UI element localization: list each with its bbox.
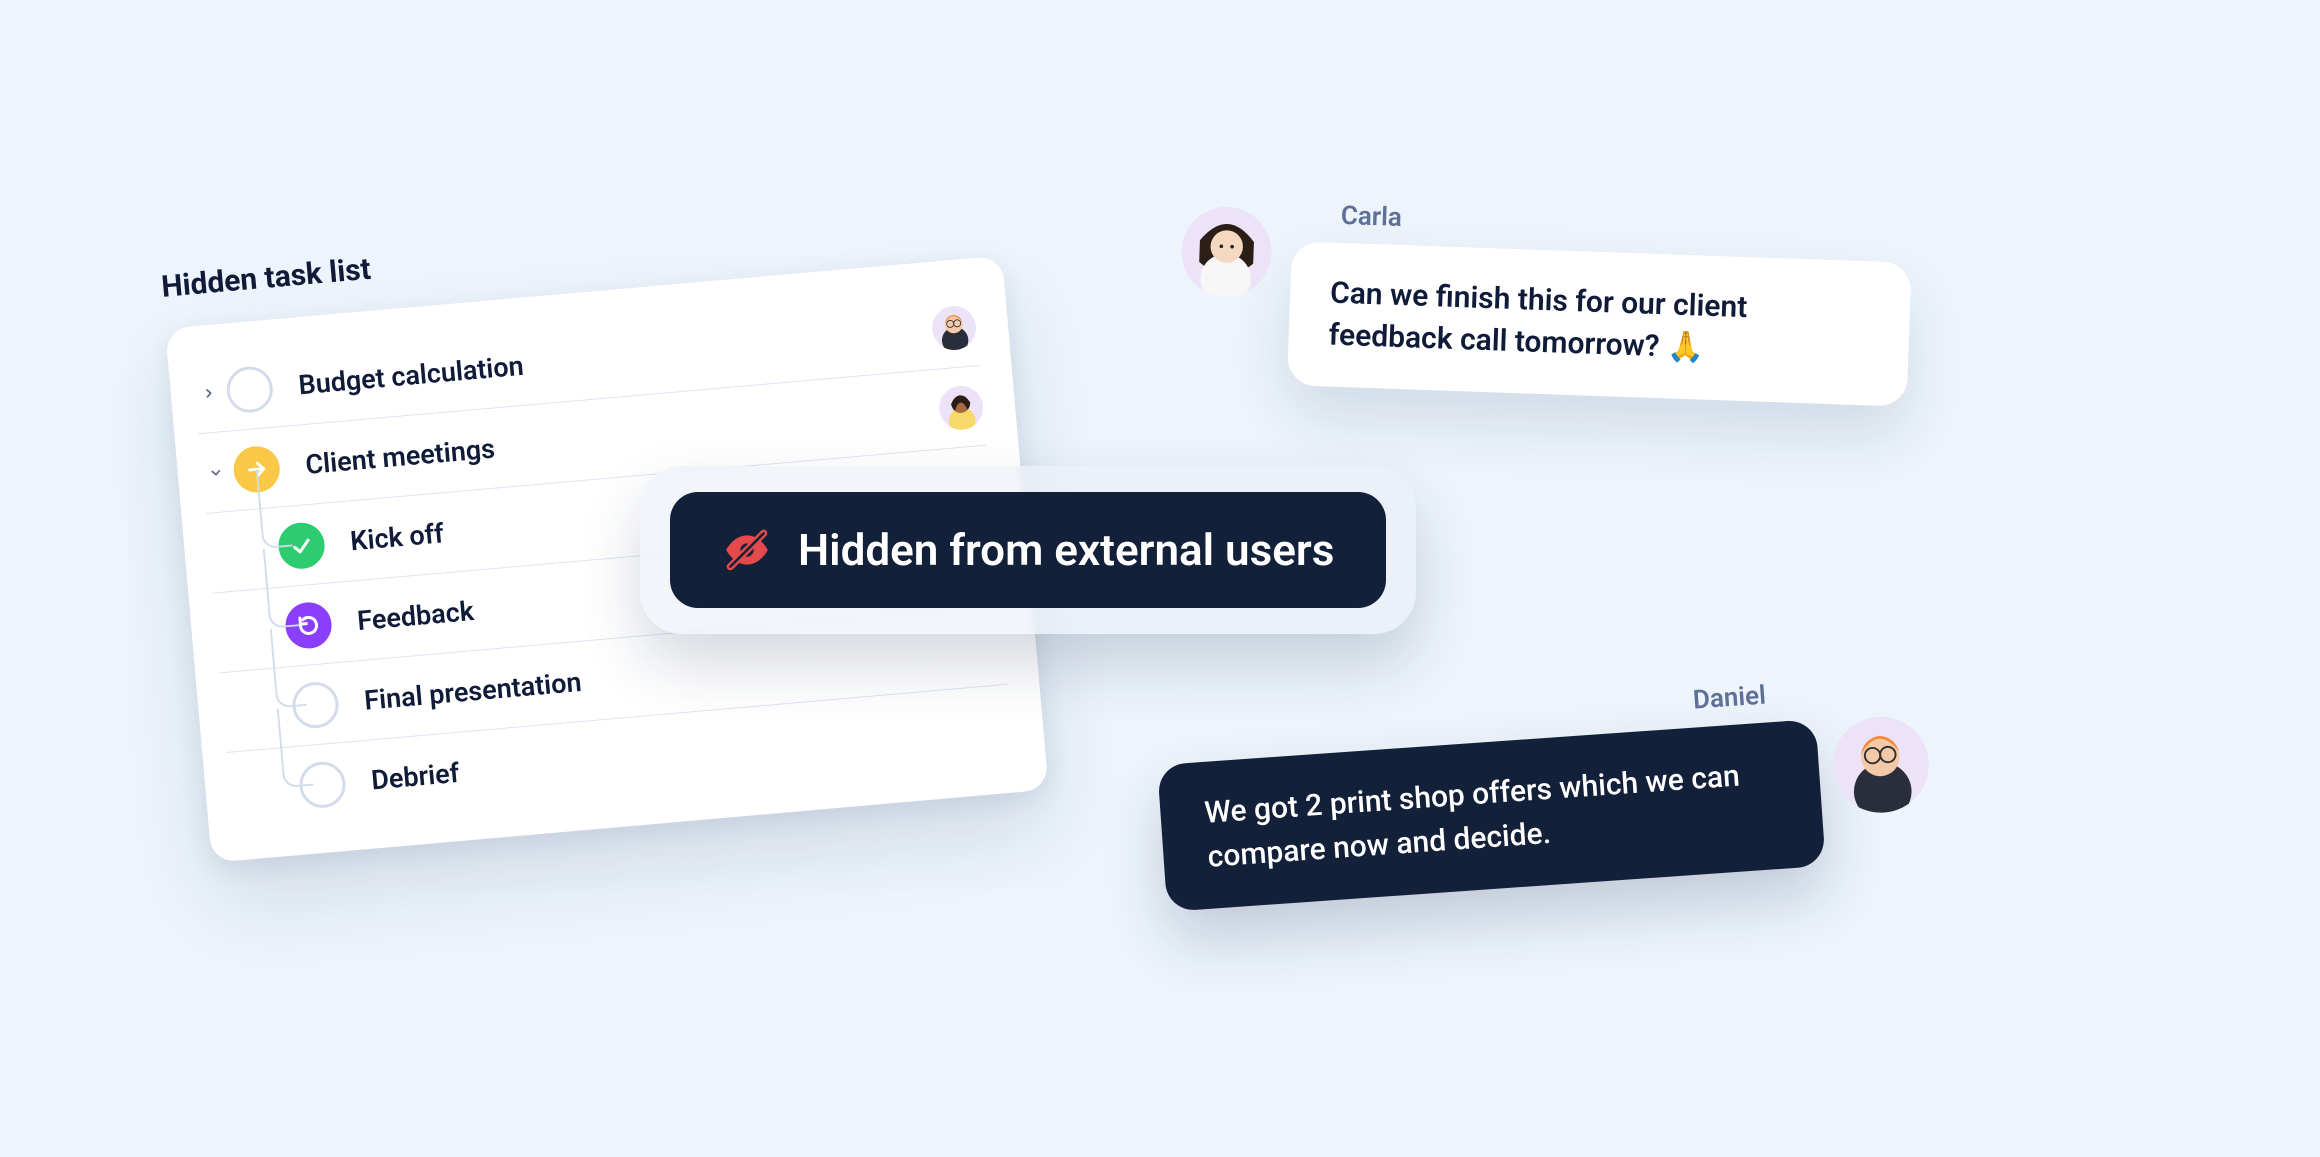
chat-sender-name: Carla [1340, 201, 1913, 251]
chat-message-carla: Carla Can we finish this for our client … [1287, 199, 1913, 407]
chat-bubble[interactable]: We got 2 print shop offers which we can … [1157, 719, 1826, 912]
eye-off-icon [722, 525, 772, 575]
avatar-daniel[interactable] [1830, 713, 1932, 815]
hidden-banner-inner: Hidden from external users [670, 492, 1386, 608]
status-circle-empty[interactable] [225, 364, 275, 414]
chevron-right-icon[interactable] [194, 385, 223, 401]
chat-message-daniel: Daniel We got 2 print shop offers which … [1154, 677, 1826, 912]
hidden-banner-text: Hidden from external users [798, 524, 1334, 576]
chat-bubble[interactable]: Can we finish this for our client feedba… [1287, 241, 1912, 407]
chevron-down-icon[interactable] [201, 464, 230, 480]
avatar-carla[interactable] [1180, 205, 1273, 298]
hidden-banner: Hidden from external users [640, 466, 1416, 634]
